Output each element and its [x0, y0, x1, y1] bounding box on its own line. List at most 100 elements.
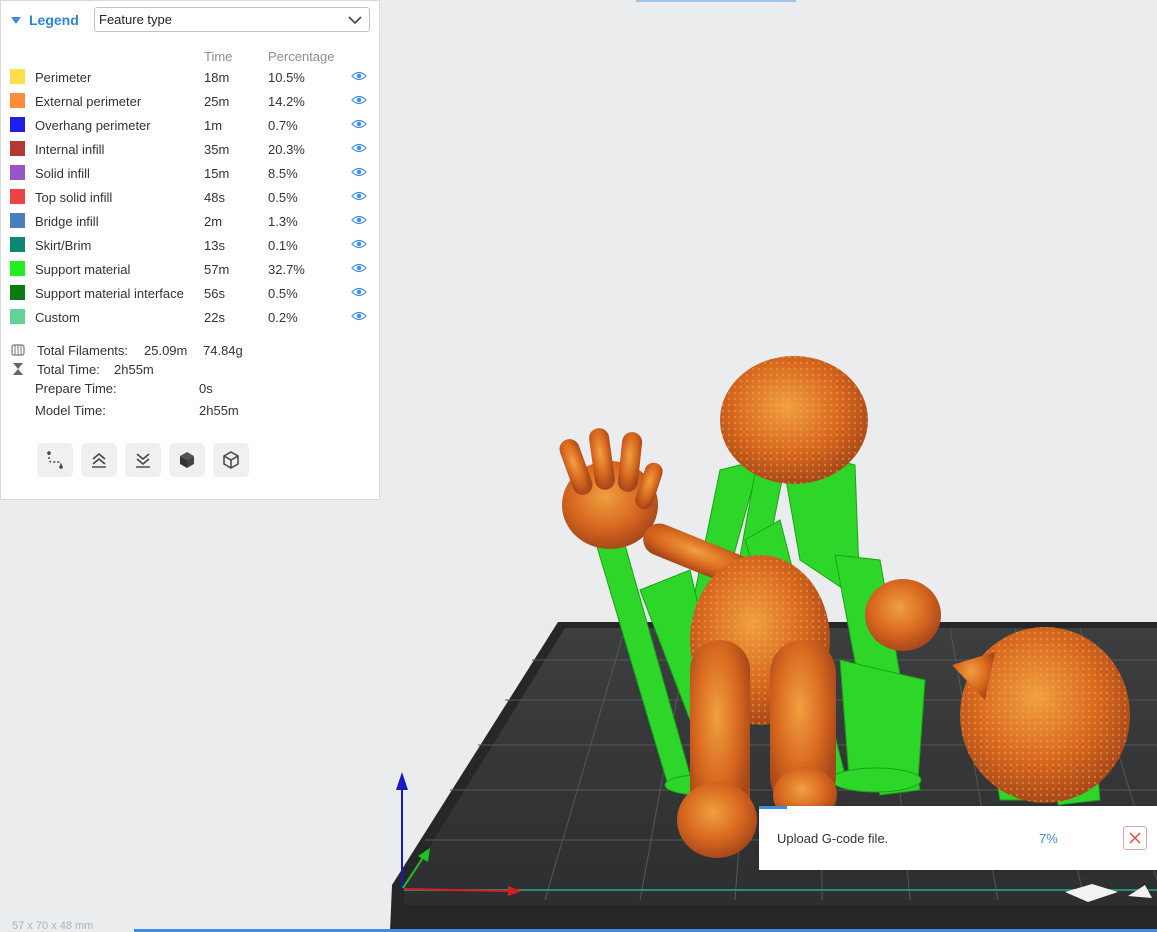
feature-percentage: 0.7%: [268, 118, 298, 133]
view-type-select[interactable]: Feature type: [94, 7, 370, 32]
move-down-icon: [136, 453, 150, 468]
legend-row: Top solid infill 48s 0.5%: [1, 185, 381, 209]
feature-name: Overhang perimeter: [35, 118, 151, 133]
legend-collapse-toggle[interactable]: Legend: [11, 12, 79, 28]
feature-percentage: 10.5%: [268, 70, 305, 85]
feature-percentage: 0.5%: [268, 190, 298, 205]
total-filaments-label: Total Filaments:: [37, 343, 129, 358]
upload-message: Upload G-code file.: [777, 831, 889, 846]
feature-name: External perimeter: [35, 94, 142, 109]
total-time-value: 2h55m: [114, 362, 154, 377]
top-progress-indicator: [636, 0, 796, 2]
legend-row: Skirt/Brim 13s 0.1%: [1, 233, 381, 257]
feature-percentage: 0.2%: [268, 310, 298, 325]
feature-time: 57m: [204, 262, 230, 277]
total-time-label: Total Time:: [37, 362, 100, 377]
legend-panel: Legend Feature type Time Percentage Peri…: [0, 0, 380, 500]
feature-name: Support material: [35, 262, 131, 277]
feature-color-swatch: [10, 261, 25, 276]
upload-notification: Upload G-code file. 7%: [759, 806, 1157, 870]
move-down-button[interactable]: [125, 443, 161, 477]
feature-time: 56s: [204, 286, 225, 301]
feature-percentage: 8.5%: [268, 166, 298, 181]
feature-color-swatch: [10, 309, 25, 324]
legend-title: Legend: [29, 12, 79, 28]
legend-row: Internal infill 35m 20.3%: [1, 137, 381, 161]
model-time-value: 2h55m: [199, 403, 239, 418]
feature-percentage: 32.7%: [268, 262, 305, 277]
feature-percentage: 20.3%: [268, 142, 305, 157]
view-toolbar: [37, 443, 249, 477]
feature-color-swatch: [10, 141, 25, 156]
visibility-eye-icon[interactable]: [351, 190, 367, 202]
total-filaments-weight: 74.84g: [203, 343, 243, 358]
feature-name: Custom: [35, 310, 80, 325]
solid-view-button[interactable]: [169, 443, 205, 477]
feature-color-swatch: [10, 165, 25, 180]
upload-progress-bar: [759, 806, 787, 809]
column-header-percentage: Percentage: [268, 49, 335, 64]
legend-header: Legend: [11, 7, 79, 33]
filament-spool-icon: [11, 344, 25, 356]
visibility-eye-icon[interactable]: [351, 166, 367, 178]
feature-color-swatch: [10, 189, 25, 204]
feature-color-swatch: [10, 213, 25, 228]
feature-time: 2m: [204, 214, 223, 229]
feature-color-swatch: [10, 117, 25, 132]
visibility-eye-icon[interactable]: [351, 238, 367, 250]
visibility-eye-icon[interactable]: [351, 118, 367, 130]
feature-time: 48s: [204, 190, 225, 205]
feature-name: Solid infill: [35, 166, 90, 181]
legend-row: Overhang perimeter 1m 0.7%: [1, 113, 381, 137]
feature-color-swatch: [10, 285, 25, 300]
view-type-value: Feature type: [99, 12, 172, 27]
visibility-eye-icon[interactable]: [351, 310, 367, 322]
visibility-eye-icon[interactable]: [351, 142, 367, 154]
legend-row: Perimeter 18m 10.5%: [1, 65, 381, 89]
travel-path-button[interactable]: [37, 443, 73, 477]
feature-color-swatch: [10, 69, 25, 84]
model-time-label: Model Time:: [35, 403, 106, 418]
feature-name: Internal infill: [35, 142, 105, 157]
feature-color-swatch: [10, 237, 25, 252]
wireframe-cube-icon: [223, 451, 239, 469]
feature-time: 15m: [204, 166, 230, 181]
move-up-icon: [92, 452, 106, 468]
feature-percentage: 1.3%: [268, 214, 298, 229]
cancel-upload-button[interactable]: [1123, 826, 1147, 850]
feature-color-swatch: [10, 93, 25, 108]
feature-time: 1m: [204, 118, 223, 133]
feature-name: Bridge infill: [35, 214, 99, 229]
legend-row: Solid infill 15m 8.5%: [1, 161, 381, 185]
feature-name: Support material interface: [35, 286, 184, 301]
total-filaments-length: 25.09m: [144, 343, 188, 358]
prepare-time-value: 0s: [199, 381, 213, 396]
visibility-eye-icon[interactable]: [351, 286, 367, 298]
legend-row: Support material 57m 32.7%: [1, 257, 381, 281]
model-dimensions: 57 x 70 x 48 mm: [12, 920, 94, 932]
visibility-eye-icon[interactable]: [351, 262, 367, 274]
travel-path-icon: [47, 451, 63, 469]
legend-row: Bridge infill 2m 1.3%: [1, 209, 381, 233]
visibility-eye-icon[interactable]: [351, 94, 367, 106]
column-header-time: Time: [204, 49, 233, 64]
feature-time: 35m: [204, 142, 230, 157]
visibility-eye-icon[interactable]: [351, 214, 367, 226]
feature-time: 13s: [204, 238, 225, 253]
upload-progress-percent: 7%: [1039, 831, 1058, 846]
feature-percentage: 0.1%: [268, 238, 298, 253]
collapse-triangle-icon: [11, 16, 21, 24]
close-icon: [1129, 832, 1141, 844]
legend-row: Support material interface 56s 0.5%: [1, 281, 381, 305]
visibility-eye-icon[interactable]: [351, 70, 367, 82]
solid-cube-icon: [180, 452, 194, 468]
legend-row: External perimeter 25m 14.2%: [1, 89, 381, 113]
feature-name: Top solid infill: [35, 190, 113, 205]
move-up-button[interactable]: [81, 443, 117, 477]
feature-time: 22s: [204, 310, 225, 325]
feature-name: Skirt/Brim: [35, 238, 92, 253]
feature-percentage: 14.2%: [268, 94, 305, 109]
wireframe-view-button[interactable]: [213, 443, 249, 477]
feature-time: 18m: [204, 70, 230, 85]
legend-row: Custom 22s 0.2%: [1, 305, 381, 329]
